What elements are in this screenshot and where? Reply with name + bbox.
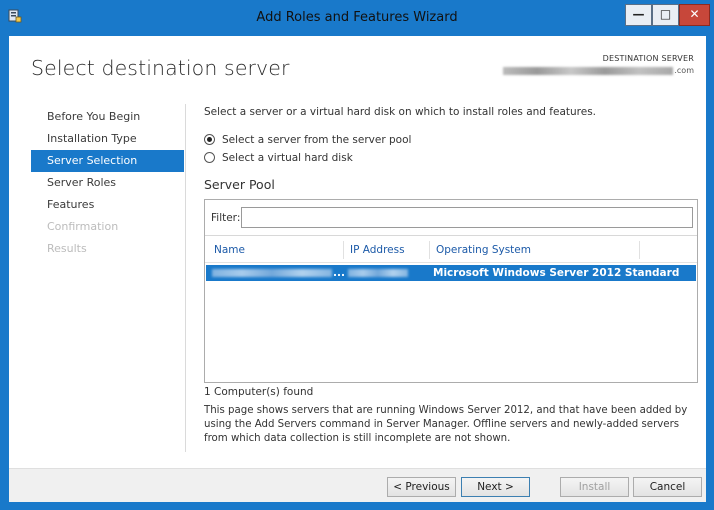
intro-text: Select a server or a virtual hard disk o…: [204, 106, 597, 118]
destination-server-name: .com: [503, 66, 694, 75]
previous-button[interactable]: < Previous: [387, 477, 456, 497]
table-row[interactable]: ... Microsoft Windows Server 2012 Standa…: [206, 265, 696, 281]
destination-server-suffix: .com: [674, 66, 694, 75]
nav-item-features[interactable]: Features: [31, 194, 184, 216]
minimize-button[interactable]: —: [625, 4, 652, 26]
nav-item-results: Results: [47, 242, 87, 255]
radio-virtual-hard-disk[interactable]: Select a virtual hard disk: [204, 151, 353, 165]
computers-found-count: 1 Computer(s) found: [204, 386, 314, 398]
radio-checked-icon[interactable]: [204, 134, 215, 145]
column-header-ip-address[interactable]: IP Address: [345, 237, 405, 263]
radio-unchecked-icon[interactable]: [204, 152, 215, 163]
nav-item-before-you-begin[interactable]: Before You Begin: [31, 106, 184, 128]
redacted-ip-address: [348, 269, 408, 277]
filter-label: Filter:: [211, 212, 241, 224]
title-bar[interactable]: Add Roles and Features Wizard — □ ✕: [0, 0, 714, 36]
radio-virtual-hard-disk-label: Select a virtual hard disk: [222, 152, 353, 164]
radio-server-pool-label: Select a server from the server pool: [222, 134, 412, 146]
maximize-icon: □: [659, 7, 672, 21]
server-pool-grid: Filter: Name IP Address Operating System…: [204, 199, 698, 383]
minimize-icon: —: [632, 7, 645, 21]
server-pool-heading: Server Pool: [204, 177, 275, 192]
close-button[interactable]: ✕: [679, 4, 710, 26]
nav-divider: [185, 104, 186, 452]
column-header-name[interactable]: Name: [209, 237, 245, 263]
server-name-ellipsis: ...: [333, 267, 345, 279]
filter-bar: Filter:: [205, 200, 697, 236]
redacted-server-name: [212, 269, 332, 277]
column-separator[interactable]: [429, 241, 430, 259]
nav-item-server-roles[interactable]: Server Roles: [31, 172, 184, 194]
cancel-button[interactable]: Cancel: [633, 477, 702, 497]
close-icon: ✕: [689, 7, 700, 21]
column-separator[interactable]: [639, 241, 640, 259]
nav-item-server-selection[interactable]: Server Selection: [31, 150, 184, 172]
grid-header: Name IP Address Operating System: [205, 237, 697, 263]
wizard-window: Add Roles and Features Wizard — □ ✕ Sele…: [0, 0, 714, 510]
window-title: Add Roles and Features Wizard: [256, 10, 458, 25]
nav-item-installation-type[interactable]: Installation Type: [31, 128, 184, 150]
filter-input[interactable]: [241, 207, 693, 228]
radio-server-pool[interactable]: Select a server from the server pool: [204, 133, 411, 147]
operating-system-cell: Microsoft Windows Server 2012 Standard: [433, 267, 680, 279]
destination-server-label: DESTINATION SERVER: [602, 54, 694, 63]
wizard-button-bar: < Previous Next > Install Cancel: [9, 468, 706, 502]
maximize-button[interactable]: □: [652, 4, 679, 26]
install-button: Install: [560, 477, 629, 497]
server-pool-note: This page shows servers that are running…: [204, 405, 688, 444]
wizard-client-area: Select destination server DESTINATION SE…: [9, 36, 706, 502]
column-header-operating-system[interactable]: Operating System: [431, 237, 531, 263]
next-button[interactable]: Next >: [461, 477, 530, 497]
nav-item-confirmation: Confirmation: [47, 220, 119, 233]
column-separator[interactable]: [343, 241, 344, 259]
redacted-text: [503, 66, 674, 75]
wizard-nav: Before You Begin Installation Type Serve…: [31, 106, 184, 260]
page-title: Select destination server: [31, 56, 290, 80]
